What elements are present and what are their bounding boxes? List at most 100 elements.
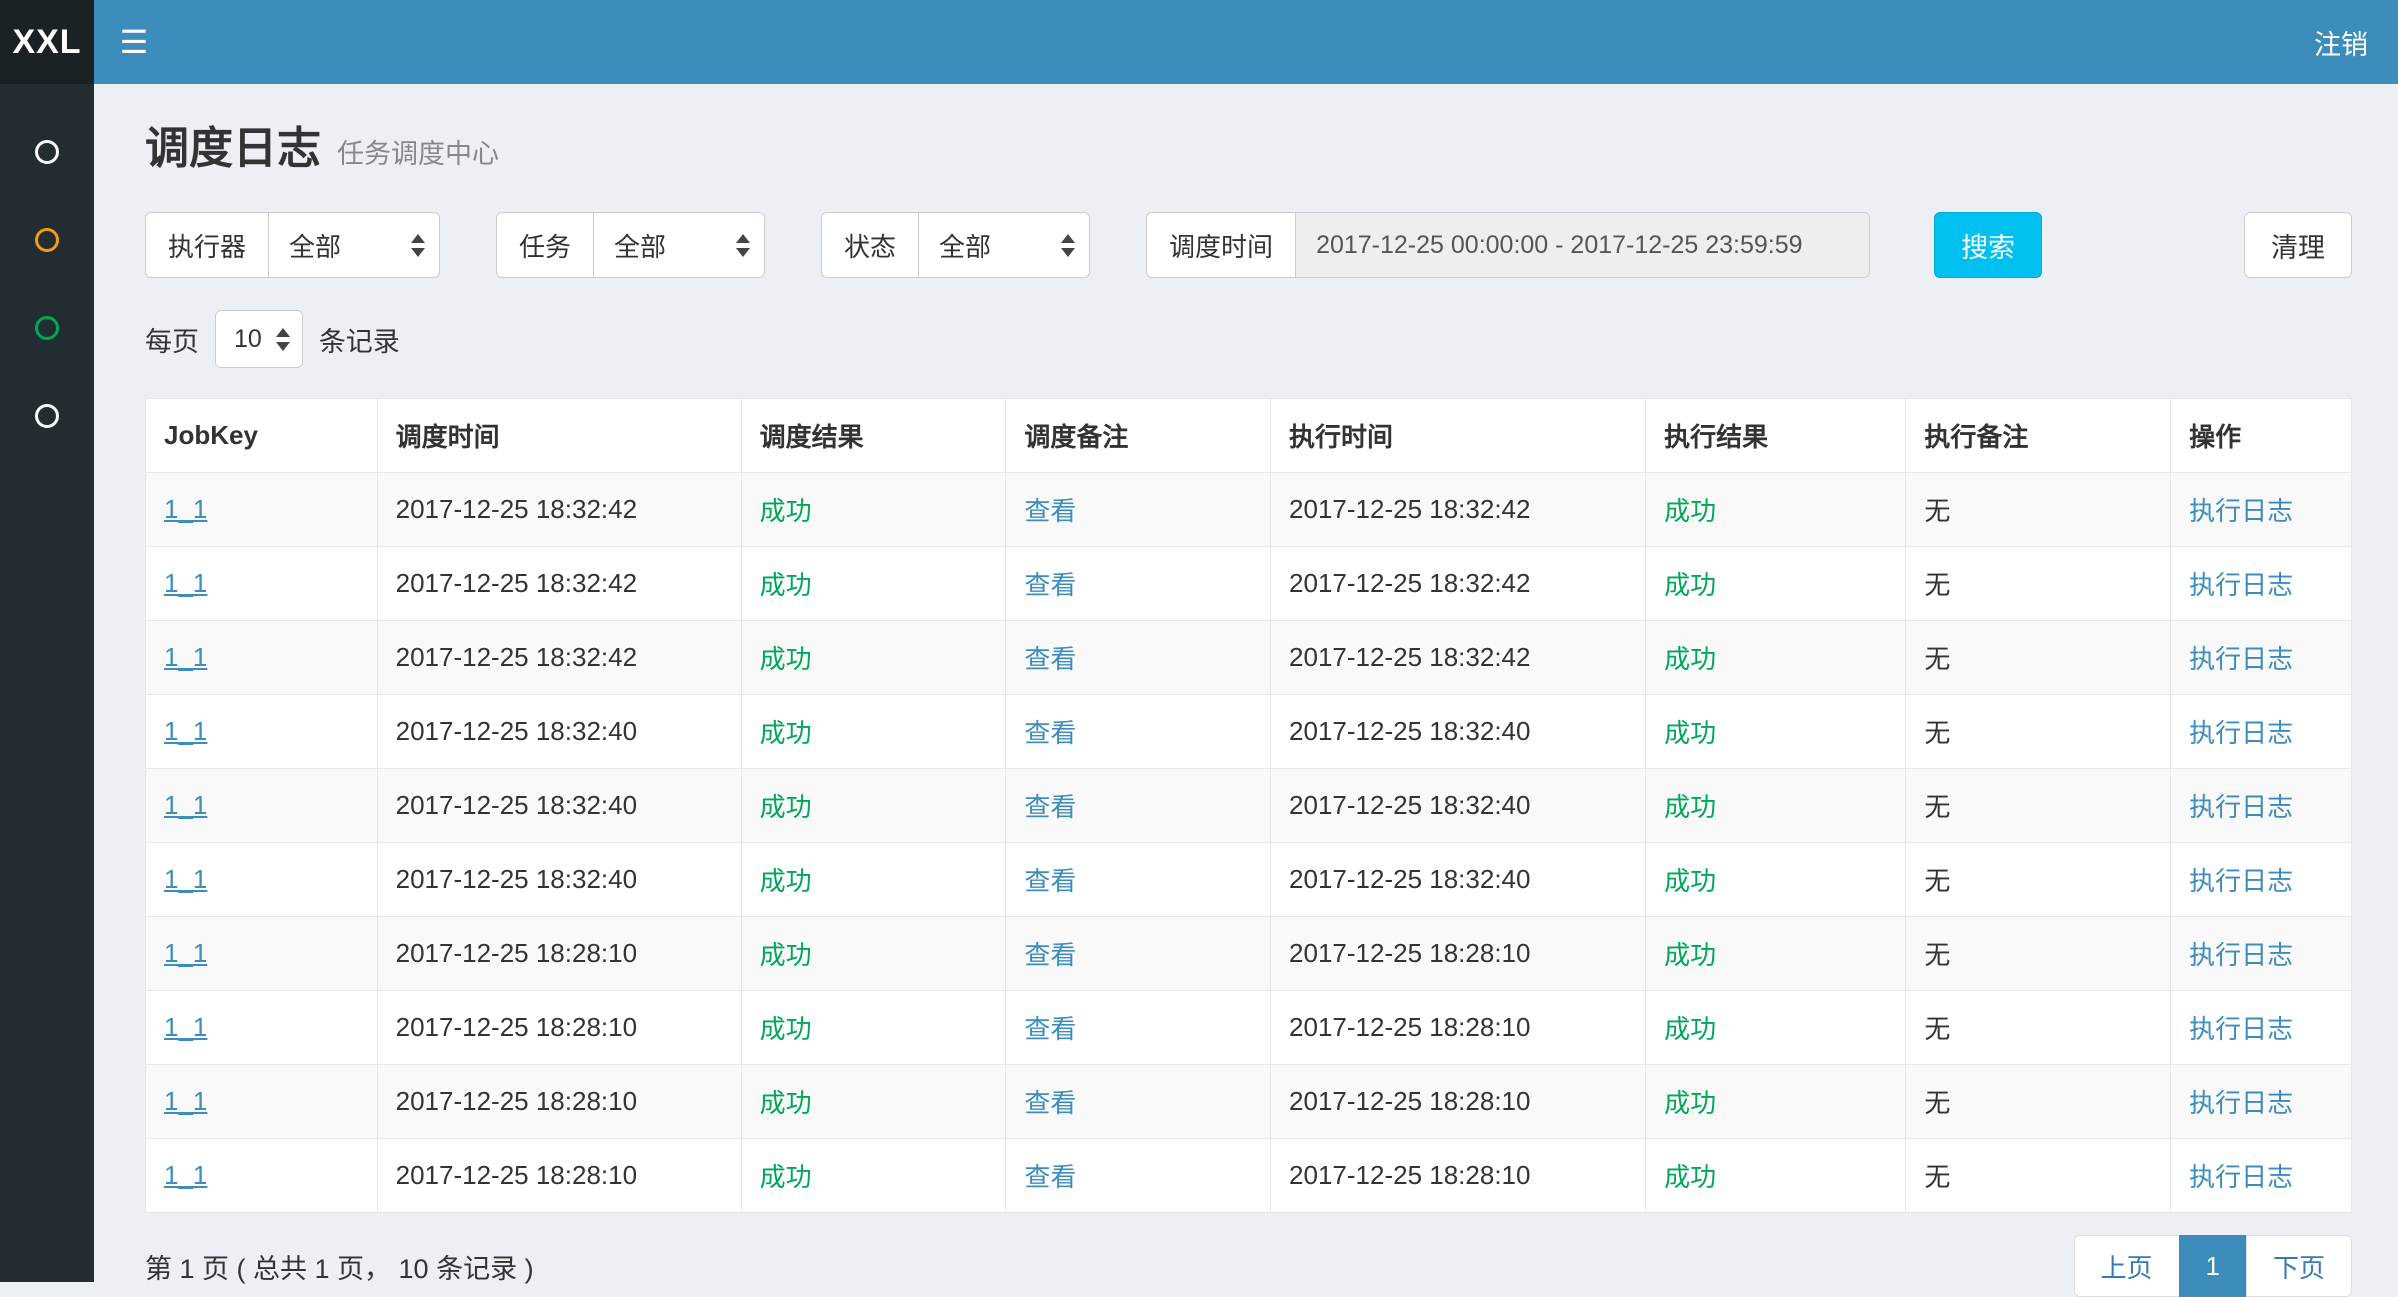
page-size-select[interactable]: 10: [215, 310, 303, 368]
executor-filter-select[interactable]: 全部: [268, 212, 440, 278]
handle-msg-cell: 无: [1924, 496, 1950, 526]
job-filter-group: 任务 全部: [496, 212, 765, 278]
status-filter-select[interactable]: 全部: [918, 212, 1090, 278]
trigger-time-range-input[interactable]: [1295, 212, 1870, 278]
handle-msg-cell: 无: [1924, 644, 1950, 674]
dispatch-log-table: JobKey调度时间调度结果调度备注执行时间执行结果执行备注操作 1_12017…: [145, 398, 2352, 1213]
handle-result-cell: 成功: [1664, 718, 1716, 748]
sidebar-toggle-button[interactable]: ☰: [94, 0, 174, 84]
status-filter-label: 状态: [821, 212, 918, 278]
page-title: 调度日志: [145, 112, 321, 176]
table-row: 1_12017-12-25 18:32:40成功查看2017-12-25 18:…: [146, 843, 2352, 917]
status-filter-group: 状态 全部: [821, 212, 1090, 278]
trigger-time-cell: 2017-12-25 18:28:10: [396, 1086, 637, 1116]
handle-result-cell: 成功: [1664, 496, 1716, 526]
job-filter-value: 全部: [614, 227, 714, 264]
clear-button[interactable]: 清理: [2244, 212, 2352, 278]
exec-log-link[interactable]: 执行日志: [2189, 718, 2293, 748]
exec-log-link[interactable]: 执行日志: [2189, 940, 2293, 970]
trigger-result-cell: 成功: [760, 940, 812, 970]
trigger-msg-view-link[interactable]: 查看: [1024, 496, 1076, 526]
prev-page-button[interactable]: 上页: [2074, 1235, 2180, 1297]
trigger-msg-view-link[interactable]: 查看: [1024, 644, 1076, 674]
job-key-link[interactable]: 1_1: [164, 494, 207, 524]
trigger-time-cell: 2017-12-25 18:32:40: [396, 864, 637, 894]
trigger-msg-view-link[interactable]: 查看: [1024, 1088, 1076, 1118]
handle-result-cell: 成功: [1664, 1014, 1716, 1044]
sidebar-item-3[interactable]: [0, 284, 94, 372]
trigger-result-cell: 成功: [760, 1162, 812, 1192]
executor-filter-value: 全部: [289, 227, 389, 264]
trigger-time-filter-label: 调度时间: [1146, 212, 1295, 278]
trigger-msg-view-link[interactable]: 查看: [1024, 940, 1076, 970]
column-header-3: 调度结果: [741, 399, 1006, 473]
handle-result-cell: 成功: [1664, 644, 1716, 674]
handle-time-cell: 2017-12-25 18:32:40: [1289, 790, 1530, 820]
circle-outline-icon: [35, 404, 59, 428]
next-page-button[interactable]: 下页: [2246, 1235, 2352, 1297]
exec-log-link[interactable]: 执行日志: [2189, 496, 2293, 526]
page-size-suffix: 条记录: [319, 320, 400, 359]
exec-log-link[interactable]: 执行日志: [2189, 570, 2293, 600]
column-header-1: JobKey: [146, 399, 378, 473]
trigger-msg-view-link[interactable]: 查看: [1024, 718, 1076, 748]
circle-outline-icon: [35, 140, 59, 164]
job-key-link[interactable]: 1_1: [164, 716, 207, 746]
trigger-result-cell: 成功: [760, 1088, 812, 1118]
trigger-time-filter-group: 调度时间: [1146, 212, 1870, 278]
page-number-button[interactable]: 1: [2179, 1235, 2247, 1297]
handle-msg-cell: 无: [1924, 718, 1950, 748]
exec-log-link[interactable]: 执行日志: [2189, 1014, 2293, 1044]
main-content: 调度日志 任务调度中心 执行器 全部 任务 全部 状态 全部 调度时间: [94, 0, 2398, 1297]
trigger-result-cell: 成功: [760, 1014, 812, 1044]
exec-log-link[interactable]: 执行日志: [2189, 792, 2293, 822]
handle-time-cell: 2017-12-25 18:28:10: [1289, 938, 1530, 968]
executor-filter-label: 执行器: [145, 212, 268, 278]
page-size-prefix: 每页: [145, 320, 199, 359]
column-header-6: 执行结果: [1646, 399, 1906, 473]
sidebar-menu: [0, 108, 94, 460]
search-button[interactable]: 搜索: [1934, 212, 2042, 278]
handle-time-cell: 2017-12-25 18:32:42: [1289, 568, 1530, 598]
circle-outline-icon: [35, 228, 59, 252]
exec-log-link[interactable]: 执行日志: [2189, 1162, 2293, 1192]
job-key-link[interactable]: 1_1: [164, 790, 207, 820]
job-key-link[interactable]: 1_1: [164, 1086, 207, 1116]
trigger-msg-view-link[interactable]: 查看: [1024, 1014, 1076, 1044]
trigger-msg-view-link[interactable]: 查看: [1024, 1162, 1076, 1192]
job-key-link[interactable]: 1_1: [164, 642, 207, 672]
sidebar-item-1[interactable]: [0, 108, 94, 196]
trigger-time-cell: 2017-12-25 18:32:42: [396, 642, 637, 672]
logout-link[interactable]: 注销: [2284, 0, 2398, 84]
job-filter-select[interactable]: 全部: [593, 212, 765, 278]
job-key-link[interactable]: 1_1: [164, 1012, 207, 1042]
exec-log-link[interactable]: 执行日志: [2189, 1088, 2293, 1118]
job-key-link[interactable]: 1_1: [164, 864, 207, 894]
exec-log-link[interactable]: 执行日志: [2189, 866, 2293, 896]
executor-filter-group: 执行器 全部: [145, 212, 440, 278]
app-logo[interactable]: XXL: [0, 0, 94, 84]
handle-msg-cell: 无: [1924, 940, 1950, 970]
sidebar-item-2[interactable]: [0, 196, 94, 284]
trigger-msg-view-link[interactable]: 查看: [1024, 866, 1076, 896]
table-row: 1_12017-12-25 18:28:10成功查看2017-12-25 18:…: [146, 991, 2352, 1065]
handle-time-cell: 2017-12-25 18:28:10: [1289, 1012, 1530, 1042]
trigger-result-cell: 成功: [760, 718, 812, 748]
table-row: 1_12017-12-25 18:28:10成功查看2017-12-25 18:…: [146, 917, 2352, 991]
exec-log-link[interactable]: 执行日志: [2189, 644, 2293, 674]
job-key-link[interactable]: 1_1: [164, 1160, 207, 1190]
trigger-time-cell: 2017-12-25 18:32:42: [396, 494, 637, 524]
job-key-link[interactable]: 1_1: [164, 568, 207, 598]
handle-time-cell: 2017-12-25 18:28:10: [1289, 1160, 1530, 1190]
job-key-link[interactable]: 1_1: [164, 938, 207, 968]
trigger-msg-view-link[interactable]: 查看: [1024, 570, 1076, 600]
column-header-7: 执行备注: [1906, 399, 2171, 473]
job-filter-label: 任务: [496, 212, 593, 278]
handle-msg-cell: 无: [1924, 1088, 1950, 1118]
status-filter-value: 全部: [939, 227, 1039, 264]
trigger-time-cell: 2017-12-25 18:28:10: [396, 1160, 637, 1190]
sidebar-item-4[interactable]: [0, 372, 94, 460]
trigger-msg-view-link[interactable]: 查看: [1024, 792, 1076, 822]
trigger-result-cell: 成功: [760, 792, 812, 822]
pagination-summary: 第 1 页 ( 总共 1 页， 10 条记录 ): [145, 1247, 534, 1286]
